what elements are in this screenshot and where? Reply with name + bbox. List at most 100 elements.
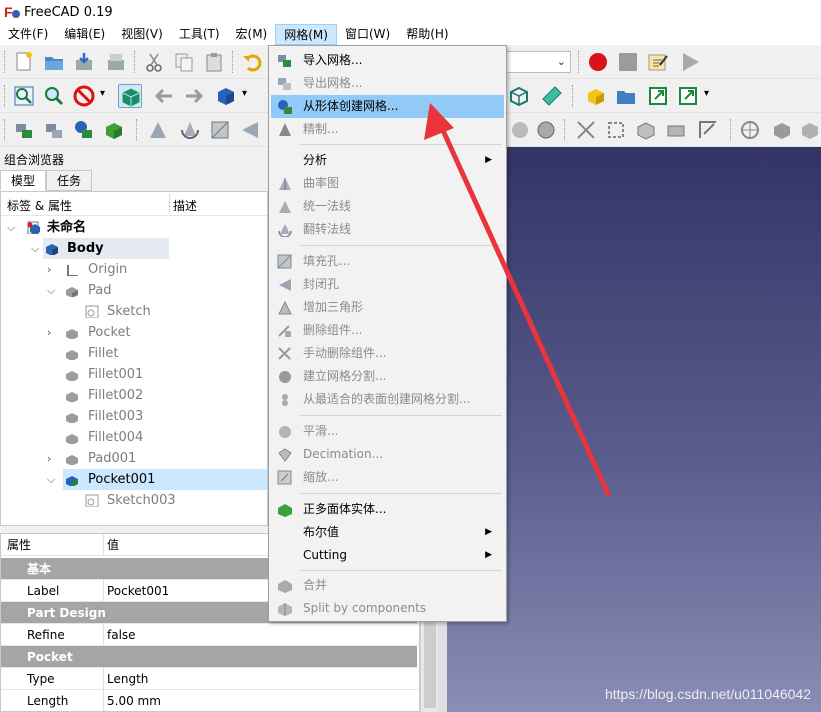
chevron-right-icon[interactable]: ›: [47, 259, 51, 280]
mesh-solid-icon[interactable]: [102, 118, 126, 142]
tree-item-pad[interactable]: ⌵ Pad: [47, 280, 247, 301]
save-icon[interactable]: [72, 50, 96, 74]
copy-icon[interactable]: [172, 50, 196, 74]
menu-item-refine[interactable]: 精制...: [271, 118, 504, 141]
chevron-right-icon[interactable]: ›: [47, 448, 51, 469]
tree-item-document[interactable]: ⌵ 未命名: [1, 217, 267, 238]
bounding-box-icon[interactable]: [507, 84, 531, 108]
chevron-down-icon[interactable]: ▾: [700, 84, 724, 108]
menu-item-boolean[interactable]: 布尔值 ▶: [271, 521, 504, 544]
chevron-right-icon[interactable]: ›: [47, 322, 51, 343]
mesh-section-icon[interactable]: [664, 118, 688, 142]
tree-item-fillet003[interactable]: Fillet003: [65, 406, 245, 427]
menu-item-split-by-components[interactable]: Split by components: [271, 597, 504, 620]
tree-item-fillet[interactable]: Fillet: [65, 343, 245, 364]
menu-item-curvature-plot[interactable]: 曲率图: [271, 172, 504, 195]
menu-item-create-mesh-from-shape[interactable]: 从形体创建网格...: [271, 95, 504, 118]
mesh-segment-icon[interactable]: [798, 118, 821, 142]
property-value[interactable]: 5.00 mm: [107, 690, 161, 711]
measure-ruler-icon[interactable]: [540, 84, 564, 108]
cut-icon[interactable]: [142, 50, 166, 74]
smoothing-icon[interactable]: [508, 118, 532, 142]
menu-mesh[interactable]: 网格(M): [275, 24, 337, 45]
create-group-icon[interactable]: [614, 84, 638, 108]
close-holes-icon[interactable]: [238, 118, 262, 142]
menu-item-remove-components[interactable]: 删除组件...: [271, 319, 504, 342]
tree-item-pocket[interactable]: › Pocket: [47, 322, 247, 343]
property-row-type[interactable]: Type Length: [1, 668, 419, 690]
isometric-view-icon[interactable]: [118, 84, 142, 108]
property-value[interactable]: Length: [107, 668, 148, 690]
mesh-split-icon[interactable]: [770, 118, 794, 142]
paste-icon[interactable]: [202, 50, 226, 74]
macro-stop-icon[interactable]: [616, 50, 640, 74]
mesh-cut-icon[interactable]: [574, 118, 598, 142]
fit-all-icon[interactable]: [12, 84, 36, 108]
draw-style-icon[interactable]: [72, 84, 96, 108]
tree-item-fillet002[interactable]: Fillet002: [65, 385, 245, 406]
mesh-from-shape-icon[interactable]: [72, 118, 96, 142]
tree-item-origin[interactable]: › Origin: [47, 259, 247, 280]
menu-view[interactable]: 视图(V): [113, 24, 171, 45]
tree-item-sketch003[interactable]: Sketch003: [85, 490, 255, 511]
std-views-icon[interactable]: [214, 84, 238, 108]
property-row-length[interactable]: Length 5.00 mm: [1, 690, 419, 711]
tree-item-body[interactable]: ⌵ Body: [31, 238, 169, 259]
chevron-down-icon[interactable]: ⌵: [7, 217, 15, 238]
mesh-scale-icon[interactable]: [696, 118, 720, 142]
harmonize-normals-icon[interactable]: [146, 118, 170, 142]
property-value[interactable]: Pocket001: [107, 580, 169, 602]
menu-item-regular-solid[interactable]: 正多面体实体...: [271, 498, 504, 521]
macro-record-icon[interactable]: [586, 50, 610, 74]
menu-item-smooth[interactable]: 平滑...: [271, 420, 504, 443]
menu-item-analyze[interactable]: 分析 ▶: [271, 149, 504, 172]
chevron-down-icon[interactable]: ⌵: [31, 238, 39, 259]
menu-macro[interactable]: 宏(M): [228, 24, 276, 45]
mesh-trim-icon[interactable]: [604, 118, 628, 142]
menu-item-close-holes[interactable]: 封闭孔: [271, 273, 504, 296]
menu-item-import-mesh[interactable]: 导入网格...: [271, 49, 504, 72]
macro-edit-icon[interactable]: [646, 50, 670, 74]
flip-normals-icon[interactable]: [178, 118, 202, 142]
menu-file[interactable]: 文件(F): [0, 24, 56, 45]
chevron-down-icon[interactable]: ⌵: [47, 280, 55, 301]
tree-item-fillet004[interactable]: Fillet004: [65, 427, 245, 448]
undo-icon[interactable]: [240, 50, 264, 74]
chevron-down-icon[interactable]: ⌵: [47, 469, 55, 490]
menu-item-scale[interactable]: 缩放...: [271, 466, 504, 489]
property-value[interactable]: false: [107, 624, 136, 646]
sphere-mesh-icon[interactable]: [534, 118, 558, 142]
menu-item-add-triangle[interactable]: 增加三角形: [271, 296, 504, 319]
macro-run-icon[interactable]: [678, 50, 702, 74]
chevron-down-icon[interactable]: ▾: [96, 84, 120, 108]
tab-tasks[interactable]: 任务: [46, 170, 93, 191]
fill-holes-icon[interactable]: [208, 118, 232, 142]
menu-item-cutting[interactable]: Cutting ▶: [271, 544, 504, 567]
property-group-pocket[interactable]: Pocket: [1, 646, 417, 668]
back-arrow-icon[interactable]: [152, 84, 176, 108]
link-icon[interactable]: [646, 84, 670, 108]
menu-help[interactable]: 帮助(H): [398, 24, 456, 45]
tree-item-pad001[interactable]: › Pad001: [47, 448, 247, 469]
tab-model[interactable]: 模型: [0, 170, 47, 191]
open-folder-icon[interactable]: [42, 50, 66, 74]
menu-item-segmentation-best-fit[interactable]: 从最适合的表面创建网格分割...: [271, 388, 504, 411]
create-part-icon[interactable]: [584, 84, 608, 108]
tree-item-fillet001[interactable]: Fillet001: [65, 364, 245, 385]
link-actions-icon[interactable]: [676, 84, 700, 108]
mesh-box-icon[interactable]: [634, 118, 658, 142]
menu-tools[interactable]: 工具(T): [171, 24, 228, 45]
menu-item-decimation[interactable]: Decimation...: [271, 443, 504, 466]
menu-item-merge[interactable]: 合并: [271, 574, 504, 597]
menu-window[interactable]: 窗口(W): [337, 24, 398, 45]
workbench-selector[interactable]: ⌄: [505, 51, 571, 73]
menu-edit[interactable]: 编辑(E): [56, 24, 113, 45]
save-as-icon[interactable]: [104, 50, 128, 74]
new-document-icon[interactable]: [12, 50, 36, 74]
menu-item-harmonize-normals[interactable]: 统一法线: [271, 195, 504, 218]
menu-item-flip-normals[interactable]: 翻转法线: [271, 218, 504, 241]
tree-item-pocket001[interactable]: ⌵ Pocket001: [47, 469, 267, 490]
fit-selection-icon[interactable]: [42, 84, 66, 108]
property-row-refine[interactable]: Refine false: [1, 624, 419, 646]
tree-item-sketch[interactable]: Sketch: [85, 301, 255, 322]
